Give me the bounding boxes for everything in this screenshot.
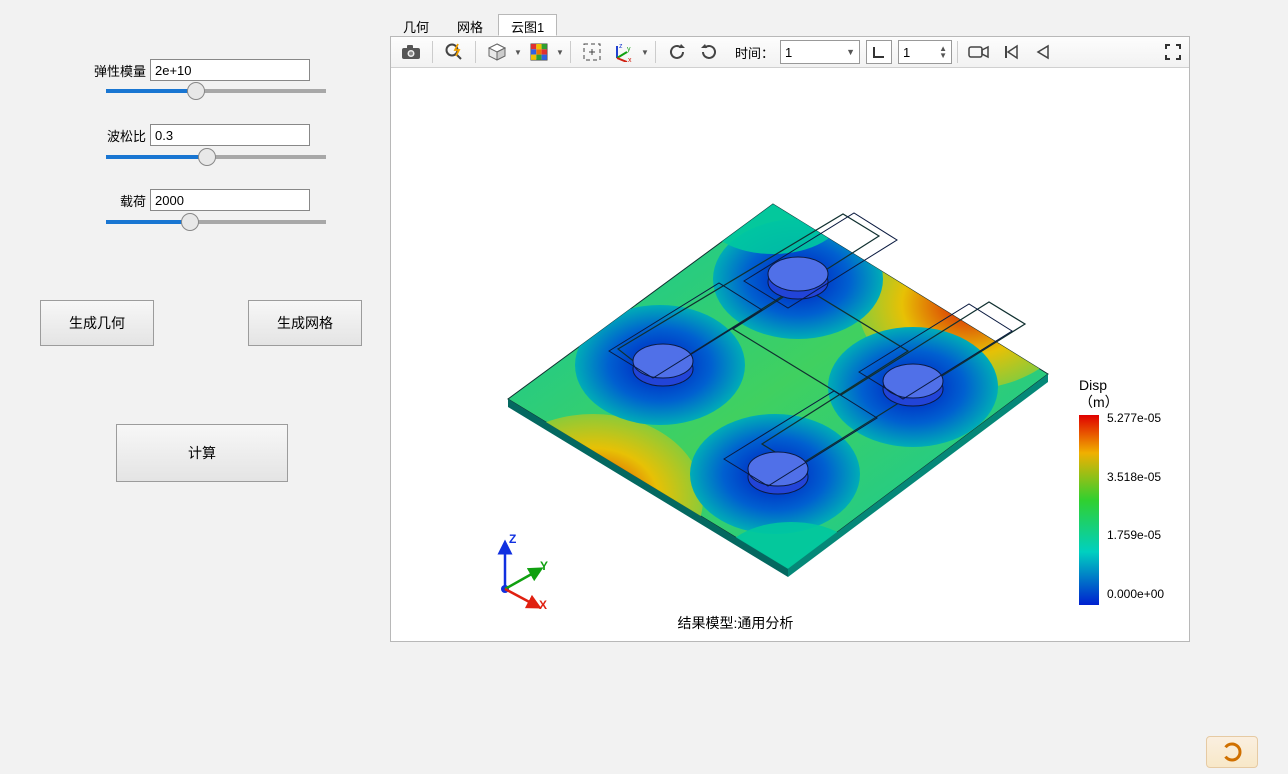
axis-label-y: Y [540, 559, 548, 573]
param-label-poisson: 波松比 [90, 126, 146, 145]
param-row-load: 载荷 [90, 188, 310, 212]
time-select[interactable]: 1 ▼ [780, 40, 860, 64]
color-legend: Disp （m） 5.277e-05 3.518e-05 1.759e-05 0… [1079, 377, 1177, 605]
slider-thumb-load[interactable] [181, 213, 199, 231]
animation-prev-button[interactable] [1028, 38, 1058, 66]
legend-tick-2: 1.759e-05 [1107, 528, 1164, 542]
axis-label-z: Z [509, 532, 516, 546]
deform-scale-button[interactable] [866, 40, 892, 64]
legend-ticks: 5.277e-05 3.518e-05 1.759e-05 0.000e+00 [1107, 411, 1164, 601]
time-label: 时间： [735, 43, 774, 62]
play-reverse-icon [1035, 44, 1051, 60]
parameter-panel: 弹性模量 波松比 载荷 生成几何 生成网格 计算 [0, 0, 388, 740]
chevron-down-icon: ▼ [846, 47, 855, 57]
video-camera-icon [968, 44, 990, 60]
fit-view-button[interactable] [577, 38, 607, 66]
probe-button[interactable] [439, 38, 469, 66]
skip-first-icon [1003, 44, 1019, 60]
fullscreen-icon [1165, 44, 1181, 60]
tab-mesh[interactable]: 网格 [444, 14, 496, 36]
slider-load[interactable] [106, 220, 326, 224]
generate-geometry-button[interactable]: 生成几何 [40, 300, 154, 346]
param-label-elastic-modulus: 弹性模量 [90, 61, 146, 80]
shading-dropdown[interactable]: ▼ [513, 48, 523, 57]
slider-poisson[interactable] [106, 155, 326, 159]
deform-scale-spinner[interactable]: 1 ▲▼ [898, 40, 952, 64]
param-row-poisson: 波松比 [90, 123, 310, 147]
camera-icon [401, 44, 421, 60]
viewport-toolbar: ▼ ▼ z y x ▼ [391, 37, 1189, 68]
slider-thumb-poisson[interactable] [198, 148, 216, 166]
tab-geometry[interactable]: 几何 [390, 14, 442, 36]
axes-triad: Z Y X [493, 529, 563, 609]
slider-thumb-elastic-modulus[interactable] [187, 82, 205, 100]
shading-button[interactable] [482, 38, 512, 66]
svg-text:y: y [627, 46, 631, 53]
legend-title: Disp （m） [1079, 377, 1177, 411]
rotate-ccw-icon [699, 42, 719, 62]
tab-contour[interactable]: 云图1 [498, 14, 557, 36]
canvas-caption: 结果模型:通用分析 [393, 613, 1078, 633]
param-label-load: 载荷 [90, 191, 146, 210]
svg-text:z: z [619, 43, 623, 50]
rubiks-cube-icon [530, 43, 548, 61]
taskbar-app-icon[interactable] [1206, 736, 1258, 768]
right-angle-icon [871, 44, 887, 60]
axes-triad-icon: z y x [613, 42, 635, 62]
param-row-elastic-modulus: 弹性模量 [90, 58, 310, 82]
legend-tick-0: 5.277e-05 [1107, 411, 1164, 425]
compute-label: 计算 [188, 443, 216, 463]
legend-tick-3: 0.000e+00 [1107, 587, 1164, 601]
magnifier-lightning-icon [444, 42, 464, 62]
param-input-elastic-modulus[interactable] [150, 59, 310, 81]
compute-button[interactable]: 计算 [116, 424, 288, 482]
colormap-button[interactable] [524, 38, 554, 66]
generate-mesh-button[interactable]: 生成网格 [248, 300, 362, 346]
param-input-poisson[interactable] [150, 124, 310, 146]
svg-text:x: x [628, 57, 632, 62]
orientation-button[interactable]: z y x [609, 38, 639, 66]
tab-bar: 几何 网格 云图1 [390, 14, 559, 36]
generate-geometry-label: 生成几何 [69, 313, 125, 333]
slider-elastic-modulus[interactable] [106, 89, 326, 93]
app-swirl-icon [1222, 742, 1242, 762]
rotate-cw-icon [667, 42, 687, 62]
legend-tick-1: 3.518e-05 [1107, 470, 1164, 484]
axis-label-x: X [539, 598, 547, 612]
animation-record-button[interactable] [964, 38, 994, 66]
animation-first-button[interactable] [996, 38, 1026, 66]
cube-shaded-icon [487, 42, 507, 62]
result-canvas[interactable]: Z Y X 结果模型:通用分析 [393, 69, 1078, 639]
rotate-cw-button[interactable] [662, 38, 692, 66]
rotate-ccw-button[interactable] [694, 38, 724, 66]
fullscreen-button[interactable] [1158, 38, 1188, 66]
param-input-load[interactable] [150, 189, 310, 211]
screenshot-button[interactable] [396, 38, 426, 66]
viewport-panel: ▼ ▼ z y x ▼ [390, 36, 1190, 642]
colormap-dropdown[interactable]: ▼ [555, 48, 565, 57]
spinner-arrows-icon: ▲▼ [939, 45, 947, 59]
orientation-dropdown[interactable]: ▼ [640, 48, 650, 57]
generate-mesh-label: 生成网格 [277, 313, 333, 333]
legend-colorbar [1079, 415, 1099, 605]
fit-view-icon [582, 42, 602, 62]
